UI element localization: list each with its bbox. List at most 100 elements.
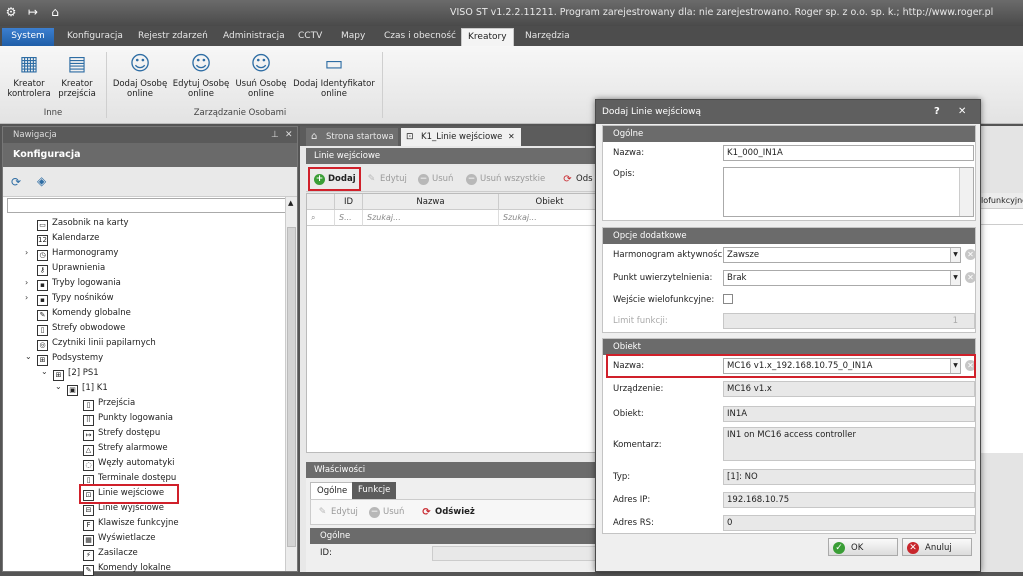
filter-id-input[interactable]: S... xyxy=(335,210,363,226)
obiekt-value: IN1A xyxy=(723,406,975,422)
tree-item[interactable]: 12 Kalendarze xyxy=(37,231,99,246)
odswiez-button[interactable]: ⟳ Ods xyxy=(562,171,592,188)
tab-funkcje[interactable]: Funkcje xyxy=(352,482,397,499)
kreator-kontrolera-button[interactable]: ▦ Kreator kontrolera xyxy=(4,50,54,99)
dialog-title: Dodaj Linie wejściową ? ✕ xyxy=(596,100,980,124)
edit-icon: ✎ xyxy=(318,507,327,517)
app-icon[interactable]: ⚙ xyxy=(4,5,18,19)
anuluj-button[interactable]: ✕ Anuluj xyxy=(902,538,972,556)
tree-item[interactable]: ▪ Tryby logowania xyxy=(37,276,121,291)
save-icon[interactable]: ↦ xyxy=(26,5,40,19)
prop-usun-button[interactable]: − Usuń xyxy=(369,504,404,521)
usun-wszystkie-button[interactable]: − Usuń wszystkie xyxy=(466,171,545,188)
tab-konfiguracja[interactable]: Konfiguracja xyxy=(61,28,129,46)
usun-button[interactable]: − Usuń xyxy=(418,171,453,188)
filter-wielofunkcyjne-input[interactable] xyxy=(981,209,1023,225)
tab-narzedzia[interactable]: Narzędzia xyxy=(519,28,576,46)
clear-icon[interactable]: ✕ xyxy=(965,249,976,260)
nazwa-input[interactable]: K1_000_IN1A xyxy=(723,145,974,161)
kreator-przejscia-button[interactable]: ▤ Kreator przejścia xyxy=(54,50,100,99)
tab-ogolne[interactable]: Ogólne xyxy=(310,482,355,499)
properties-toolbar: ✎ Edytuj − Usuń ⟳ Odśwież xyxy=(310,499,600,525)
opis-scrollbar[interactable] xyxy=(959,168,973,216)
tab-czas-i-obecnosc[interactable]: Czas i obecność xyxy=(378,28,462,46)
filter-nazwa-input[interactable]: Szukaj... xyxy=(363,210,499,226)
home-icon[interactable]: ⌂ xyxy=(48,5,62,19)
refresh-tree-icon[interactable]: ⟳ xyxy=(11,175,21,189)
collapse-arrow-icon[interactable]: ⌄ xyxy=(55,382,62,391)
edytuj-button[interactable]: ✎ Edytuj xyxy=(366,171,407,188)
tab-strona-startowa[interactable]: ⌂ Strona startowa xyxy=(306,128,398,146)
punkt-select[interactable]: Brak ▼ xyxy=(723,270,961,286)
tree-item[interactable]: ◌ Węzły automatyki xyxy=(83,456,175,471)
clear-icon[interactable]: ✕ xyxy=(965,272,976,283)
tree-item[interactable]: ⚷ Uprawnienia xyxy=(37,261,105,276)
expand-arrow-icon[interactable]: › xyxy=(25,278,28,287)
limit-input[interactable]: 1 xyxy=(723,313,975,329)
expand-arrow-icon[interactable]: › xyxy=(25,248,28,257)
layers-icon[interactable]: ◈ xyxy=(37,174,46,188)
tree-item[interactable]: ▣ [1] K1 xyxy=(67,381,108,396)
tree-item[interactable]: ⚡ Zasilacze xyxy=(83,546,138,561)
tree-item[interactable]: ▪ Typy nośników xyxy=(37,291,114,306)
opis-label: Opis: xyxy=(613,169,635,179)
grid-header-nazwa[interactable]: Nazwa xyxy=(363,194,499,210)
tree-item[interactable]: ⊞ Podsystemy xyxy=(37,351,103,366)
filter-obiekt-input[interactable]: Szukaj... xyxy=(499,210,601,226)
navigation-search-input[interactable] xyxy=(7,198,287,213)
tree-item[interactable]: △ Strefy alarmowe xyxy=(83,441,168,456)
tree-item[interactable]: ▭ Zasobnik na karty xyxy=(37,216,129,231)
tab-rejestr-zdarzen[interactable]: Rejestr zdarzeń xyxy=(132,28,214,46)
tree-item[interactable]: ▯ Strefy obwodowe xyxy=(37,321,125,336)
document-tabs: ⌂ Strona startowa ⊡ K1_Linie wejściowe ✕ xyxy=(300,126,600,146)
expand-arrow-icon[interactable]: › xyxy=(25,293,28,302)
network-icon: ⊞ xyxy=(37,355,48,366)
tab-administracja[interactable]: Administracja xyxy=(217,28,291,46)
dodaj-identyfikator-button[interactable]: ▭ Dodaj Identyfikator online xyxy=(291,50,377,99)
tree-item[interactable]: F Klawisze funkcyjne xyxy=(83,516,179,531)
tree-item[interactable]: ◷ Harmonogramy xyxy=(37,246,118,261)
wielofunkcyjne-checkbox[interactable] xyxy=(723,294,733,304)
tree-item[interactable]: ▯ Przejścia xyxy=(83,396,135,411)
edytuj-osobe-button[interactable]: ☺ Edytuj Osobę online xyxy=(171,50,231,99)
tab-cctv[interactable]: CCTV xyxy=(292,28,328,46)
tree-item[interactable]: ↦ Strefy dostępu xyxy=(83,426,160,441)
chevron-down-icon[interactable]: ▼ xyxy=(950,271,960,285)
tree-item[interactable]: ⠿ Punkty logowania xyxy=(83,411,173,426)
grid-header-obiekt[interactable]: Obiekt xyxy=(499,194,601,210)
collapse-arrow-icon[interactable]: ⌄ xyxy=(25,352,32,361)
tab-k1-linie-wejsciowe[interactable]: ⊡ K1_Linie wejściowe ✕ xyxy=(401,128,521,146)
tab-mapy[interactable]: Mapy xyxy=(335,28,371,46)
navigation-scrollbar[interactable]: ▲ xyxy=(285,197,297,571)
grid-header-wielofunkcyjne[interactable]: lofunkcyjne xyxy=(981,193,1023,209)
door-wizard-icon: ▤ xyxy=(67,51,87,75)
close-tab-icon[interactable]: ✕ xyxy=(508,128,515,146)
chevron-down-icon[interactable]: ▼ xyxy=(950,248,960,262)
group-ogolne: Ogólne Nazwa: K1_000_IN1A Opis: xyxy=(602,125,976,221)
prop-edytuj-button[interactable]: ✎ Edytuj xyxy=(317,504,358,521)
prop-odswiez-button[interactable]: ⟳ Odśwież xyxy=(421,504,475,521)
collapse-arrow-icon[interactable]: ⌄ xyxy=(41,367,48,376)
usun-osobe-button[interactable]: ☺ Usuń Osobę online xyxy=(232,50,290,99)
close-icon[interactable]: ✕ xyxy=(285,127,293,143)
pin-icon[interactable]: ⊥ xyxy=(271,127,279,143)
limit-label: Limit funkcji: xyxy=(613,316,668,326)
add-identifier-icon: ▭ xyxy=(324,51,344,75)
grid-header-id[interactable]: ID xyxy=(335,194,363,210)
opis-textarea[interactable] xyxy=(723,167,974,217)
tree-item[interactable]: ▦ Wyświetlacze xyxy=(83,531,156,546)
wielofunkcyjne-label: Wejście wielofunkcyjne: xyxy=(613,295,715,305)
tree-item[interactable]: ◎ Czytniki linii papilarnych xyxy=(37,336,156,351)
tab-kreatory[interactable]: Kreatory xyxy=(461,28,514,46)
tree-item[interactable]: ✎ Komendy lokalne xyxy=(83,561,171,576)
help-icon[interactable]: ? xyxy=(934,100,940,124)
ok-button[interactable]: ✓ OK xyxy=(828,538,898,556)
tree-item[interactable]: ⊞ [2] PS1 xyxy=(53,366,99,381)
tree-item[interactable]: ✎ Komendy globalne xyxy=(37,306,131,321)
dodaj-osobe-button[interactable]: ☺ Dodaj Osobę online xyxy=(110,50,170,99)
adres-rs-value: 0 xyxy=(723,515,975,531)
close-icon[interactable]: ✕ xyxy=(958,100,966,124)
tab-system[interactable]: System xyxy=(2,28,54,46)
add-person-icon: ☺ xyxy=(129,51,151,75)
harmonogram-select[interactable]: Zawsze ▼ xyxy=(723,247,961,263)
